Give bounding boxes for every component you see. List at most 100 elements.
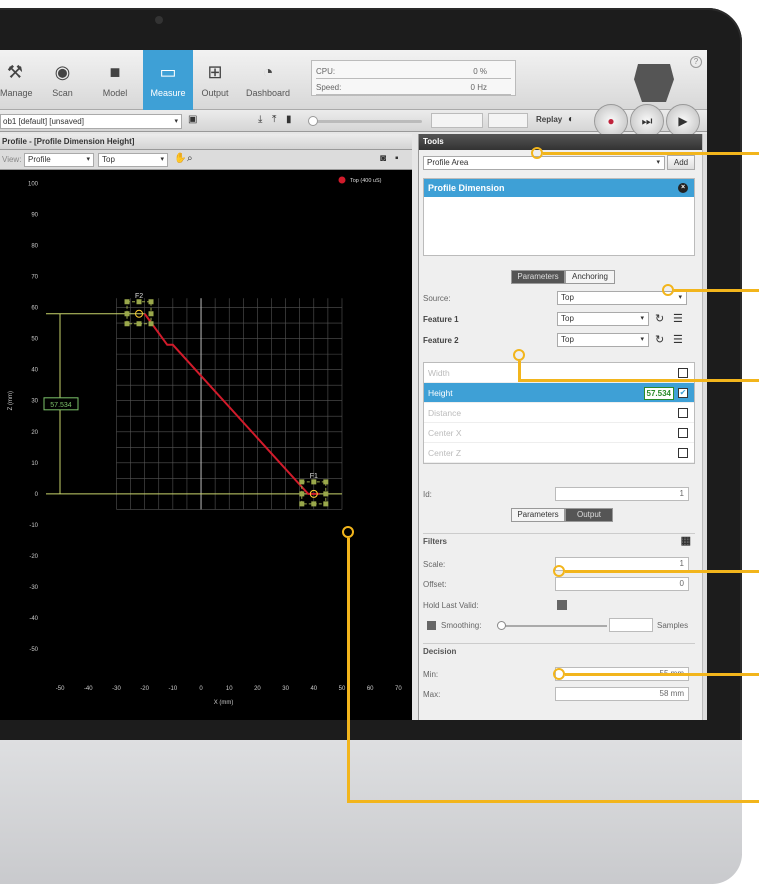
tab-output[interactable]: Output — [565, 508, 613, 522]
frame-input[interactable] — [431, 113, 483, 128]
measurement-center-x[interactable]: Center X — [424, 423, 694, 443]
tool-list-item[interactable]: Profile Dimension × — [424, 179, 694, 197]
callout-line — [565, 673, 759, 676]
replay-toggle[interactable]: ◐ — [568, 114, 574, 125]
tab-measure[interactable]: ▭ Measure — [143, 50, 193, 110]
snapshot-icon[interactable]: ◙ — [380, 153, 386, 164]
callout-line — [518, 379, 759, 382]
add-button[interactable]: Add — [667, 155, 695, 170]
tool-type-select[interactable]: Profile Area ▾ — [423, 156, 665, 170]
slider-thumb[interactable] — [308, 116, 318, 126]
upload-icon[interactable]: ⤒ — [272, 114, 276, 125]
main-toolbar: ⚒ Manage ◉ Scan ■ Model ▭ Measure ⊞ Output ◔ D… — [0, 50, 707, 110]
x-tick-label: -40 — [84, 686, 93, 692]
measurement-label: Center X — [428, 428, 462, 438]
y-tick-label: 100 — [28, 181, 39, 187]
y-tick-label: 10 — [31, 461, 38, 467]
cpu-value: 0 % — [473, 67, 487, 76]
tab-label: Measure — [150, 88, 186, 98]
offset-input[interactable]: 0 — [555, 577, 689, 591]
feature-handle — [299, 501, 305, 507]
job-select[interactable]: ob1 [default] [unsaved] ▾ — [0, 114, 182, 129]
tab-parameters[interactable]: Parameters — [511, 270, 565, 284]
smoothing-checkbox[interactable] — [427, 621, 436, 630]
feature-handle — [136, 321, 142, 327]
x-tick-label: 0 — [199, 686, 203, 692]
view-select[interactable]: Profile ▾ — [24, 153, 94, 167]
help-icon[interactable]: ? — [690, 56, 702, 68]
list-icon[interactable]: ☰ — [673, 312, 683, 325]
checkbox[interactable] — [678, 368, 688, 378]
y-tick-label: 50 — [31, 337, 38, 343]
x-tick-label: -10 — [169, 686, 178, 692]
save-icon[interactable]: ▣ — [188, 114, 197, 125]
tab-output[interactable]: ⊞ Output — [195, 50, 235, 110]
source-select[interactable]: Top ▾ — [98, 153, 168, 167]
filters-section: Filters ▦ — [423, 533, 695, 547]
tool-list: Profile Dimension × — [423, 178, 695, 256]
checkbox[interactable] — [678, 448, 688, 458]
tab-scan[interactable]: ◉ Scan — [40, 50, 85, 110]
tab-dashboard[interactable]: ◔ Dashboard — [243, 50, 293, 110]
refresh-icon[interactable]: ↻ — [655, 333, 664, 346]
slider-thumb[interactable] — [497, 621, 506, 630]
checkbox[interactable] — [678, 428, 688, 438]
export-icon[interactable]: ▪ — [395, 153, 399, 164]
smoothing-slider[interactable] — [497, 621, 607, 630]
max-input[interactable]: 58 mm — [555, 687, 689, 701]
feature-handle — [323, 501, 329, 507]
replay-slider[interactable] — [308, 116, 422, 126]
zoom-icon[interactable]: ⌕ — [187, 153, 193, 164]
decision-label: Decision — [423, 643, 695, 656]
cpu-label: CPU: — [316, 67, 336, 76]
checkbox[interactable] — [678, 408, 688, 418]
max-unit: mm — [670, 689, 684, 698]
refresh-icon[interactable]: ↻ — [655, 312, 664, 325]
callout-line — [347, 800, 759, 803]
measurement-distance[interactable]: Distance — [424, 403, 694, 423]
feature-label: F2 — [135, 293, 143, 300]
view-label: View: — [2, 155, 22, 164]
feature-handle — [311, 501, 317, 507]
callout-marker — [662, 284, 674, 296]
y-tick-label: 30 — [31, 399, 38, 405]
measurement-center-z[interactable]: Center Z — [424, 443, 694, 463]
x-tick-label: 40 — [310, 686, 317, 692]
play-button[interactable]: ▶ — [666, 104, 700, 138]
tab-anchoring[interactable]: Anchoring — [565, 270, 615, 284]
list-icon[interactable]: ☰ — [673, 333, 683, 346]
scale-input[interactable]: 1 — [555, 557, 689, 571]
y-tick-label: -20 — [29, 554, 38, 560]
pan-hand-icon[interactable]: ✋ — [174, 153, 186, 164]
step-button[interactable]: ⏭ — [630, 104, 664, 138]
feature-handle — [148, 311, 154, 317]
smoothing-input[interactable] — [609, 618, 653, 632]
close-icon[interactable]: × — [678, 183, 688, 193]
record-button[interactable]: ● — [594, 104, 628, 138]
tab-model[interactable]: ■ Model — [95, 50, 135, 110]
feature-handle — [299, 491, 305, 497]
hold-checkbox[interactable] — [557, 600, 567, 610]
y-tick-label: 20 — [31, 430, 38, 436]
measurement-height[interactable]: Height 57.534 ✔ — [424, 383, 694, 403]
feature1-select[interactable]: Top ▾ — [557, 312, 649, 326]
gauge-icon: ◔ — [262, 62, 274, 82]
tab-parameters[interactable]: Parameters — [511, 508, 565, 522]
download-icon[interactable]: ⤓ — [258, 114, 262, 125]
checkbox-checked[interactable]: ✔ — [678, 388, 688, 398]
replay-label: Replay — [536, 115, 563, 124]
chevron-down-icon: ▾ — [678, 294, 682, 301]
table-icon[interactable]: ▦ — [681, 534, 691, 547]
trash-icon[interactable]: ▮ — [286, 114, 292, 125]
profile-chart[interactable]: -50 -40 -30 -20 -10 0 10 20 30 40 50 60 701009080706… — [0, 170, 412, 720]
job-name: ob1 [default] [unsaved] — [3, 117, 84, 126]
feature2-select[interactable]: Top ▾ — [557, 333, 649, 347]
tab-manage[interactable]: ⚒ Manage — [0, 50, 33, 110]
callout-line — [543, 152, 759, 155]
feature-handle — [124, 321, 130, 327]
chevron-down-icon: ▾ — [160, 156, 164, 163]
wrench-icon: ⚒ — [6, 62, 24, 82]
callout-marker — [553, 668, 565, 680]
id-input[interactable]: 1 — [555, 487, 689, 501]
tools-scrollbar[interactable] — [702, 134, 707, 720]
